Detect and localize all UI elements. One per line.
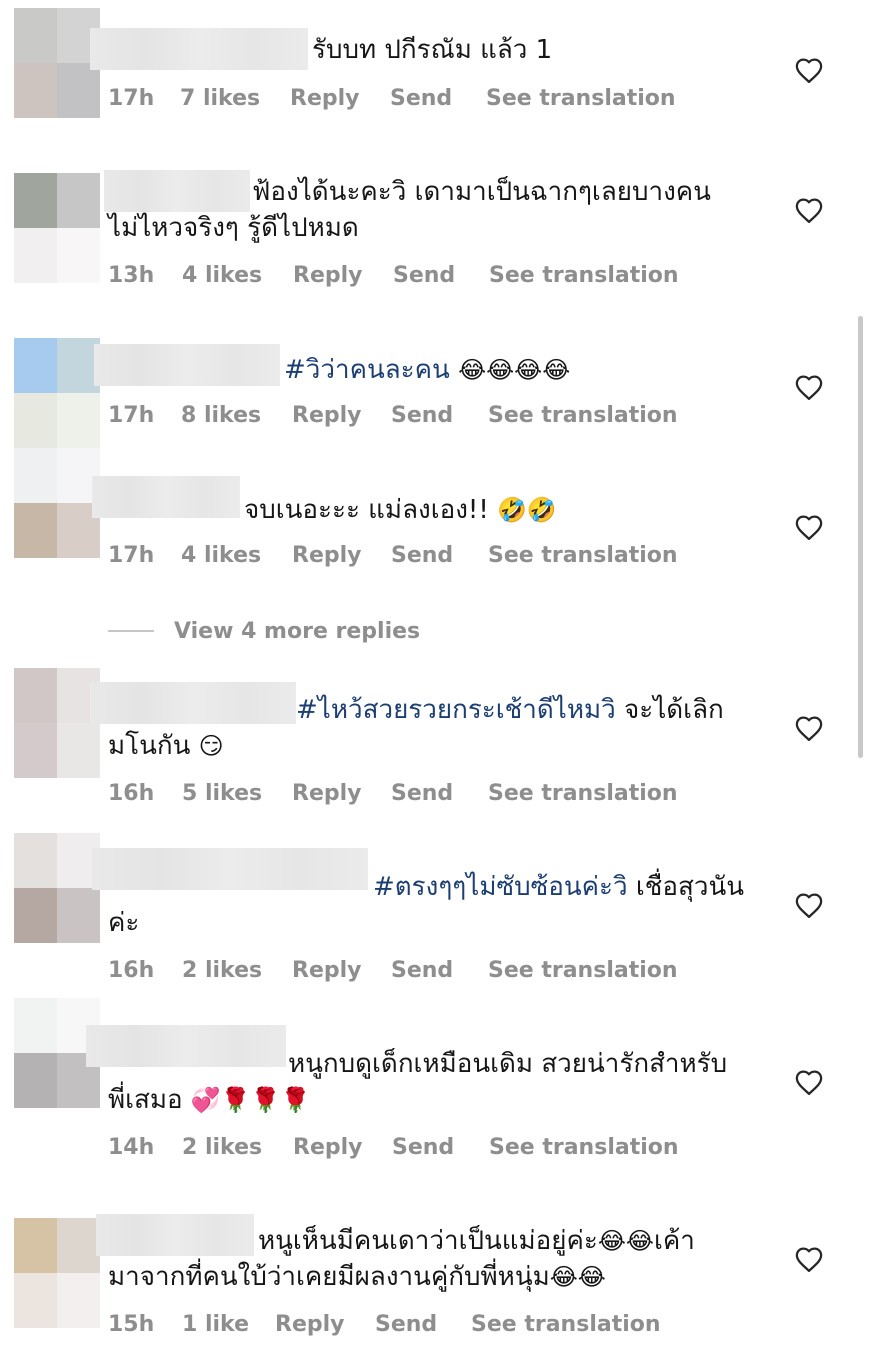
comment-meta: 15h 1 like Reply Send See translation: [108, 1310, 661, 1340]
heart-outline-icon[interactable]: [794, 891, 824, 919]
comment-text: #ตรงๆๆไม่ซับซ้อนค่ะวิ เชื่อสุวนัน ค่ะ: [108, 872, 745, 938]
reply-button[interactable]: Reply: [275, 1310, 375, 1340]
timestamp: 16h: [108, 958, 155, 983]
hashtag-link[interactable]: #ตรงๆๆไม่ซับซ้อนค่ะวิ: [373, 872, 628, 902]
username[interactable]: [90, 28, 308, 70]
send-button[interactable]: Send: [391, 779, 488, 809]
comment-text: #วิว่าคนละคน 😂😂😂😂: [284, 352, 752, 388]
reply-button[interactable]: Reply: [292, 401, 391, 431]
timestamp: 17h: [108, 543, 155, 568]
timestamp: 15h: [108, 1312, 155, 1337]
timestamp: 17h: [108, 86, 155, 111]
comment-meta: 16h 5 likes Reply Send See translation: [108, 779, 678, 809]
smirk-emoji: 😏: [198, 732, 224, 760]
username[interactable]: [94, 344, 280, 386]
avatar[interactable]: [14, 8, 100, 118]
tears-of-joy-emoji: 😂😂: [549, 1263, 606, 1291]
tears-of-joy-emoji: 😂😂😂😂: [458, 356, 571, 384]
see-translation-button[interactable]: See translation: [471, 1310, 661, 1340]
timestamp: 17h: [108, 403, 155, 428]
see-translation-button[interactable]: See translation: [488, 541, 678, 571]
see-translation-button[interactable]: See translation: [489, 261, 679, 291]
tears-of-joy-emoji: 😂😂: [597, 1227, 654, 1255]
avatar[interactable]: [14, 173, 100, 283]
avatar[interactable]: [14, 833, 100, 943]
send-button[interactable]: Send: [375, 1310, 471, 1340]
heart-outline-icon[interactable]: [794, 513, 824, 541]
like-count[interactable]: 8 likes: [181, 401, 292, 431]
comment-text: ฟ้องได้นะคะวิ เดามาเป็นฉากๆเลยบางคน ไม่ไ…: [108, 177, 711, 243]
like-count[interactable]: 2 likes: [182, 1133, 293, 1163]
like-count[interactable]: 1 like: [182, 1310, 275, 1340]
see-translation-button[interactable]: See translation: [486, 84, 676, 114]
avatar[interactable]: [14, 338, 100, 448]
like-count[interactable]: 2 likes: [182, 956, 292, 986]
heart-outline-icon[interactable]: [794, 714, 824, 742]
send-button[interactable]: Send: [392, 1133, 489, 1163]
avatar[interactable]: [14, 1218, 100, 1328]
see-translation-button[interactable]: See translation: [488, 779, 678, 809]
comment-meta: 17h 4 likes Reply Send See translation: [108, 541, 678, 571]
like-count[interactable]: 5 likes: [182, 779, 292, 809]
see-translation-button[interactable]: See translation: [488, 956, 678, 986]
divider: [108, 630, 154, 632]
reply-button[interactable]: Reply: [293, 1133, 392, 1163]
timestamp: 14h: [108, 1135, 155, 1160]
reply-button[interactable]: Reply: [293, 261, 393, 291]
reply-button[interactable]: Reply: [290, 84, 390, 114]
heart-outline-icon[interactable]: [794, 1245, 824, 1273]
reply-button[interactable]: Reply: [292, 956, 391, 986]
comment-meta: 17h 7 likes Reply Send See translation: [108, 84, 676, 114]
send-button[interactable]: Send: [391, 401, 488, 431]
view-more-replies-button[interactable]: View 4 more replies: [108, 614, 420, 648]
send-button[interactable]: Send: [391, 541, 488, 571]
send-button[interactable]: Send: [393, 261, 489, 291]
comment-text: #ไหว้สวยรวยกระเช้าดีไหมวิ จะได้เลิก มโนก…: [108, 695, 724, 761]
reply-button[interactable]: Reply: [292, 541, 391, 571]
reply-button[interactable]: Reply: [292, 779, 391, 809]
heart-outline-icon[interactable]: [794, 373, 824, 401]
avatar[interactable]: [14, 668, 100, 778]
hearts-and-roses-emoji: 💞🌹🌹🌹: [190, 1086, 311, 1114]
username[interactable]: [92, 476, 240, 518]
like-count[interactable]: 7 likes: [180, 84, 290, 114]
timestamp: 13h: [108, 263, 155, 288]
send-button[interactable]: Send: [391, 956, 488, 986]
hashtag-link[interactable]: #วิว่าคนละคน: [284, 355, 450, 385]
comment-meta: 13h 4 likes Reply Send See translation: [108, 261, 679, 291]
heart-outline-icon[interactable]: [794, 56, 824, 84]
hashtag-link[interactable]: #ไหว้สวยรวยกระเช้าดีไหมวิ: [296, 695, 616, 725]
heart-outline-icon[interactable]: [794, 196, 824, 224]
see-translation-button[interactable]: See translation: [489, 1133, 679, 1163]
comment-text: จบเนอะะะ แม่ลงเอง!! 🤣🤣: [244, 495, 557, 525]
comment-text: หนูกบดูเด็กเหมือนเดิม สวยน่ารักสำหรับ พี…: [108, 1049, 728, 1115]
heart-outline-icon[interactable]: [794, 1068, 824, 1096]
timestamp: 16h: [108, 781, 155, 806]
send-button[interactable]: Send: [390, 84, 486, 114]
scrollbar[interactable]: [858, 316, 863, 758]
comment-meta: 14h 2 likes Reply Send See translation: [108, 1133, 679, 1163]
like-count[interactable]: 4 likes: [182, 261, 293, 291]
rolling-laughing-emoji: 🤣🤣: [497, 496, 557, 524]
view-more-label: View 4 more replies: [174, 618, 421, 644]
comment-meta: 16h 2 likes Reply Send See translation: [108, 956, 678, 986]
comment-meta: 17h 8 likes Reply Send See translation: [108, 401, 678, 431]
like-count[interactable]: 4 likes: [181, 541, 292, 571]
comment-text: รับบท ปกีรณัม แล้ว 1: [312, 35, 553, 65]
comment-text: หนูเห็นมีคนเดาว่าเป็นแม่อยู่ค่ะ😂😂เค้า มา…: [108, 1226, 695, 1292]
avatar[interactable]: [14, 448, 100, 558]
see-translation-button[interactable]: See translation: [488, 401, 678, 431]
